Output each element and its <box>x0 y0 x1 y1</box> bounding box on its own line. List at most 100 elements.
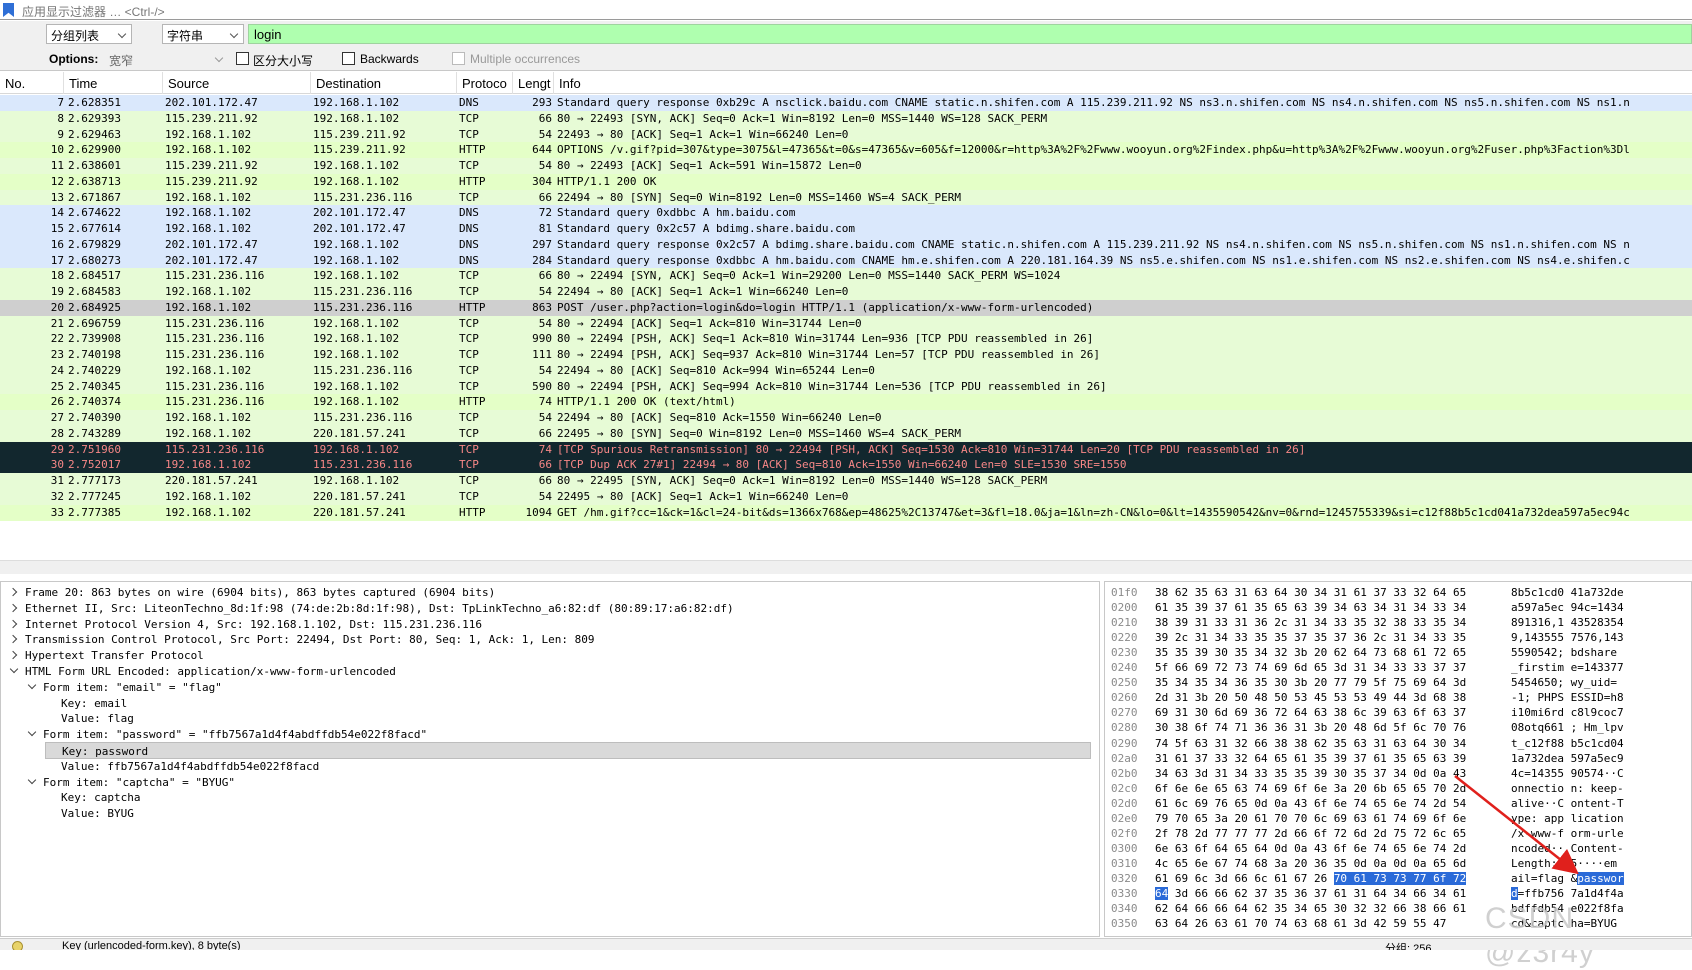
bytes-line[interactable]: 0210 38 39 31 33 31 36 2c 31 34 33 35 32 … <box>1105 615 1691 630</box>
column-info[interactable]: Info <box>554 72 1692 94</box>
chevron-down-icon[interactable] <box>27 728 37 738</box>
multiple-occurrences-checkbox[interactable] <box>452 52 465 65</box>
search-type-select[interactable]: 字符串 <box>162 24 244 44</box>
detail-item[interactable]: HTML Form URL Encoded: application/x-www… <box>9 663 396 680</box>
detail-item[interactable]: Value: ffb7567a1d4f4abdffdb54e022f8facd <box>45 758 319 775</box>
bytes-line[interactable]: 0320 61 69 6c 3d 66 6c 61 67 26 70 61 73 … <box>1105 871 1691 886</box>
bytes-line[interactable]: 0250 35 34 35 34 36 35 30 3b 20 77 79 5f … <box>1105 675 1691 690</box>
packet-list-scrollbar[interactable] <box>0 560 1692 574</box>
bytes-line[interactable]: 0300 6e 63 6f 64 65 64 0d 0a 43 6f 6e 74 … <box>1105 841 1691 856</box>
detail-item[interactable]: Value: flag <box>45 710 134 727</box>
packet-row[interactable]: 26 2.740374 115.231.236.116 192.168.1.102 HT… <box>0 394 1692 411</box>
detail-text: Transmission Control Protocol, Src Port:… <box>25 633 595 647</box>
detail-item[interactable]: Form item: "captcha" = "BYUG" <box>27 774 235 791</box>
packet-row[interactable]: 12 2.638713 115.239.211.92 192.168.1.102 HTT… <box>0 173 1692 190</box>
packet-destination: 192.168.1.102 <box>313 316 400 330</box>
expert-info-icon[interactable] <box>12 941 23 950</box>
packet-no: 18 <box>50 269 64 283</box>
bytes-line[interactable]: 02f0 2f 78 2d 77 77 77 2d 66 6f 72 6d 2d … <box>1105 826 1691 841</box>
detail-item[interactable]: Key: captcha <box>45 789 140 806</box>
detail-item[interactable]: Value: BYUG <box>45 805 134 822</box>
search-in-select[interactable]: 分组列表 <box>46 24 132 44</box>
chevron-right-icon[interactable] <box>9 618 19 628</box>
chevron-right-icon[interactable] <box>9 633 19 643</box>
packet-row[interactable]: 30 2.752017 192.168.1.102 115.231.236.116 TC… <box>0 457 1692 474</box>
packet-length: 54 <box>538 411 552 424</box>
packet-row[interactable]: 18 2.684517 115.231.236.116 192.168.1.102 TC… <box>0 268 1692 285</box>
packet-row[interactable]: 32 2.777245 192.168.1.102 220.181.57.241 TCP… <box>0 488 1692 505</box>
bytes-line[interactable]: 02c0 6f 6e 6e 65 63 74 69 6f 6e 3a 20 6b … <box>1105 781 1691 796</box>
detail-item[interactable]: Hypertext Transfer Protocol <box>9 647 204 664</box>
packet-row[interactable]: 31 2.777173 220.181.57.241 192.168.1.102 TCP… <box>0 473 1692 489</box>
bytes-line[interactable]: 02e0 79 70 65 3a 20 61 70 70 6c 69 63 61 … <box>1105 811 1691 826</box>
column-destination[interactable]: Destination <box>311 72 457 94</box>
bytes-line[interactable]: 0310 4c 65 6e 67 74 68 3a 20 36 35 0d 0a … <box>1105 856 1691 871</box>
bytes-line[interactable]: 0200 61 35 39 37 61 35 65 63 39 34 63 34 … <box>1105 600 1691 615</box>
packet-row[interactable]: 16 2.679829 202.101.172.47 192.168.1.102 DNS… <box>0 236 1692 253</box>
packet-row[interactable]: 28 2.743289 192.168.1.102 220.181.57.241 TCP… <box>0 425 1692 442</box>
packet-row[interactable]: 11 2.638601 115.239.211.92 192.168.1.102 TCP… <box>0 158 1692 174</box>
bytes-line[interactable]: 01f0 38 62 35 63 31 63 64 30 34 31 61 37 … <box>1105 585 1691 600</box>
bytes-line[interactable]: 0280 30 38 6f 74 71 36 36 31 3b 20 48 6d … <box>1105 720 1691 735</box>
packet-row[interactable]: 7 2.628351 202.101.172.47 192.168.1.102 DNS 2… <box>0 95 1692 111</box>
chevron-down-icon[interactable] <box>27 681 37 691</box>
display-filter-bar[interactable]: 应用显示过滤器 … <Ctrl-/> <box>0 0 1692 20</box>
bytes-line[interactable]: 0290 74 5f 63 31 32 66 38 38 62 35 63 31 … <box>1105 736 1691 751</box>
packet-details-pane: Frame 20: 863 bytes on wire (6904 bits),… <box>0 581 1100 937</box>
detail-item[interactable]: Form item: "password" = "ffb7567a1d4f4ab… <box>27 726 427 743</box>
packet-row[interactable]: 29 2.751960 115.231.236.116 192.168.1.102 TC… <box>0 441 1692 458</box>
bytes-line[interactable]: 0220 39 2c 31 34 33 35 35 37 35 37 36 2c … <box>1105 630 1691 645</box>
packet-row[interactable]: 14 2.674622 192.168.1.102 202.101.172.47 DNS… <box>0 205 1692 222</box>
packet-row[interactable]: 8 2.629393 115.239.211.92 192.168.1.102 TCP 6… <box>0 110 1692 127</box>
packet-row[interactable]: 33 2.777385 192.168.1.102 220.181.57.241 HTT… <box>0 504 1692 521</box>
packet-destination: 192.168.1.102 <box>313 332 400 346</box>
packet-row[interactable]: 10 2.629900 192.168.1.102 115.239.211.92 HTT… <box>0 142 1692 159</box>
column-protocol[interactable]: Protoco <box>457 72 513 94</box>
bytes-ascii: 8b5c1cd0 41a732de <box>1511 586 1624 599</box>
detail-item[interactable]: Key: password <box>45 742 1091 759</box>
bytes-line[interactable]: 02b0 34 63 3d 31 34 33 35 35 39 30 35 37 … <box>1105 766 1691 781</box>
detail-item[interactable]: Internet Protocol Version 4, Src: 192.16… <box>9 616 482 633</box>
chevron-right-icon[interactable] <box>9 649 19 659</box>
chevron-right-icon[interactable] <box>9 586 19 596</box>
case-sensitive-checkbox[interactable] <box>236 52 249 65</box>
packet-row[interactable]: 22 2.739908 115.231.236.116 192.168.1.102 TC… <box>0 331 1692 348</box>
column-source[interactable]: Source <box>163 72 311 94</box>
charset-select[interactable]: 宽窄 <box>109 52 133 69</box>
chevron-right-icon[interactable] <box>9 602 19 612</box>
column-length[interactable]: Lengt <box>513 72 554 94</box>
packet-row[interactable]: 19 2.684583 192.168.1.102 115.231.236.116 TC… <box>0 284 1692 300</box>
packet-row[interactable]: 23 2.740198 115.231.236.116 192.168.1.102 TC… <box>0 347 1692 363</box>
bytes-line[interactable]: 0260 2d 31 3b 20 50 48 50 53 45 53 53 49 … <box>1105 690 1691 705</box>
packet-row[interactable]: 9 2.629463 192.168.1.102 115.239.211.92 TCP 5… <box>0 126 1692 143</box>
bookmark-icon[interactable] <box>3 3 14 17</box>
packet-row[interactable]: 20 2.684925 192.168.1.102 115.231.236.116 HT… <box>0 299 1692 316</box>
packet-time: 2.677614 <box>68 222 121 235</box>
packet-row[interactable]: 21 2.696759 115.231.236.116 192.168.1.102 TC… <box>0 315 1692 332</box>
detail-item[interactable]: Ethernet II, Src: LiteonTechno_8d:1f:98 … <box>9 600 734 617</box>
column-no[interactable]: No. <box>0 72 64 94</box>
bytes-line[interactable]: 0230 35 35 39 30 35 34 32 3b 20 62 64 73 … <box>1105 645 1691 660</box>
packet-row[interactable]: 24 2.740229 192.168.1.102 115.231.236.116 TC… <box>0 362 1692 379</box>
detail-item[interactable]: Key: email <box>45 695 127 712</box>
packet-row[interactable]: 15 2.677614 192.168.1.102 202.101.172.47 DNS… <box>0 221 1692 237</box>
packet-row[interactable]: 13 2.671867 192.168.1.102 115.231.236.116 TC… <box>0 189 1692 206</box>
backwards-checkbox[interactable] <box>342 52 355 65</box>
chevron-down-icon[interactable] <box>9 665 19 675</box>
packet-source: 192.168.1.102 <box>165 143 252 157</box>
detail-item[interactable]: Transmission Control Protocol, Src Port:… <box>9 631 595 648</box>
packet-row[interactable]: 17 2.680273 202.101.172.47 192.168.1.102 DNS… <box>0 252 1692 269</box>
chevron-down-icon[interactable] <box>27 776 37 786</box>
packet-row[interactable]: 27 2.740390 192.168.1.102 115.231.236.116 TC… <box>0 410 1692 426</box>
packet-row[interactable]: 25 2.740345 115.231.236.116 192.168.1.102 TC… <box>0 378 1692 395</box>
bytes-line[interactable]: 02d0 61 6c 69 76 65 0d 0a 43 6f 6e 74 65 … <box>1105 796 1691 811</box>
bytes-line[interactable]: 0240 5f 66 69 72 73 74 69 6d 65 3d 31 34 … <box>1105 660 1691 675</box>
bytes-line[interactable]: 02a0 31 61 37 33 32 64 65 61 35 39 37 61 … <box>1105 751 1691 766</box>
column-time[interactable]: Time <box>64 72 163 94</box>
find-input[interactable]: login <box>248 24 1692 44</box>
bytes-line[interactable]: 0330 64 3d 66 66 62 37 35 36 37 61 31 64 … <box>1105 886 1691 901</box>
bytes-line[interactable]: 0270 69 31 30 6d 69 36 72 64 63 38 6c 39 … <box>1105 705 1691 720</box>
detail-item[interactable]: Frame 20: 863 bytes on wire (6904 bits),… <box>9 584 495 601</box>
detail-item[interactable]: Form item: "email" = "flag" <box>27 679 222 696</box>
